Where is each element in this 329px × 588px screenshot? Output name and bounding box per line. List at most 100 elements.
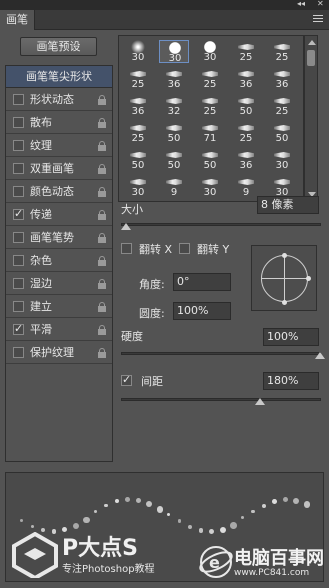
brush-preset-cell[interactable]: 36 (231, 148, 261, 171)
brush-option-row[interactable]: 平滑 (6, 319, 112, 341)
size-slider-handle[interactable] (121, 223, 131, 230)
roundness-field[interactable]: 100% (173, 302, 231, 320)
brush-preset-cell[interactable]: 9 (231, 175, 261, 198)
brush-preset-cell[interactable]: 25 (267, 40, 297, 63)
brush-tip-shape-item[interactable]: 画笔笔尖形状 (6, 66, 112, 88)
hardness-slider-track[interactable] (121, 352, 321, 355)
brush-option-row[interactable]: 散布 (6, 112, 112, 134)
spacing-checkbox[interactable] (121, 373, 132, 386)
brush-grid-scrollbar[interactable] (304, 35, 318, 202)
brush-preset-cell[interactable]: 32 (159, 94, 189, 117)
brush-preset-cell[interactable]: 30 (267, 175, 297, 198)
brush-presets-button[interactable]: 画笔预设 (20, 37, 97, 56)
lock-icon[interactable] (98, 302, 106, 312)
lock-icon[interactable] (98, 95, 106, 105)
close-icon[interactable]: ✕ (317, 0, 324, 9)
brush-tip-thumbnail (274, 152, 290, 158)
brush-option-checkbox[interactable] (13, 301, 24, 312)
brush-preset-cell[interactable]: 50 (159, 121, 189, 144)
brush-preset-cell[interactable]: 30 (195, 175, 225, 198)
roundness-handle-top[interactable] (282, 253, 287, 258)
brush-option-row[interactable]: 杂色 (6, 250, 112, 272)
brush-preset-cell[interactable]: 25 (195, 94, 225, 117)
brush-preset-cell[interactable]: 50 (195, 148, 225, 171)
brush-option-row[interactable]: 形状动态 (6, 89, 112, 111)
brush-option-row[interactable]: 双重画笔 (6, 158, 112, 180)
size-slider-track[interactable] (121, 223, 321, 226)
brush-preset-cell[interactable]: 50 (267, 121, 297, 144)
brush-preset-cell[interactable]: 30 (195, 40, 225, 63)
brush-option-checkbox[interactable] (13, 140, 24, 151)
brush-preset-cell[interactable]: 25 (231, 40, 261, 63)
brush-preset-cell[interactable]: 30 (123, 40, 153, 63)
brush-preset-cell[interactable]: 50 (231, 94, 261, 117)
collapse-icon[interactable]: ◂◂ (297, 0, 305, 9)
angle-field[interactable]: 0° (173, 273, 231, 291)
brush-option-checkbox[interactable] (13, 186, 24, 197)
brush-option-label: 传递 (30, 208, 52, 221)
hardness-field[interactable]: 100% (263, 328, 319, 346)
panel-menu-icon[interactable] (313, 15, 323, 25)
brush-option-checkbox[interactable] (13, 322, 24, 335)
brush-option-checkbox[interactable] (13, 94, 24, 105)
flip-x-checkbox[interactable] (121, 243, 132, 254)
lock-icon[interactable] (98, 164, 106, 174)
brush-preset-cell[interactable]: 50 (123, 148, 153, 171)
brush-preset-cell[interactable]: 30 (159, 40, 189, 64)
brush-option-checkbox[interactable] (13, 232, 24, 243)
spacing-field[interactable]: 180% (263, 372, 319, 390)
preview-stroke-dot (20, 519, 23, 523)
brush-preset-cell[interactable]: 36 (231, 67, 261, 90)
brush-preset-cell[interactable]: 36 (123, 94, 153, 117)
spacing-slider-track[interactable] (121, 398, 321, 401)
size-field[interactable]: 8 像素 (257, 196, 319, 214)
brush-option-checkbox[interactable] (13, 207, 24, 220)
brush-tip-thumbnail (166, 98, 182, 104)
brush-option-label: 保护纹理 (30, 346, 74, 359)
brush-option-checkbox[interactable] (13, 278, 24, 289)
lock-icon[interactable] (98, 256, 106, 266)
angle-roundness-widget[interactable] (251, 245, 317, 311)
brush-option-row[interactable]: 画笔笔势 (6, 227, 112, 249)
lock-icon[interactable] (98, 118, 106, 128)
brush-preset-cell[interactable]: 25 (195, 67, 225, 90)
brush-preset-cell[interactable]: 36 (159, 67, 189, 90)
flip-y-checkbox[interactable] (179, 243, 190, 254)
brush-option-row[interactable]: 建立 (6, 296, 112, 318)
brush-preset-cell[interactable]: 50 (159, 148, 189, 171)
spacing-slider-handle[interactable] (255, 398, 265, 405)
scroll-thumb[interactable] (307, 50, 315, 66)
brush-preset-cell[interactable]: 30 (123, 175, 153, 198)
brush-option-row[interactable]: 保护纹理 (6, 342, 112, 364)
brush-preset-cell[interactable]: 71 (195, 121, 225, 144)
roundness-handle-bottom[interactable] (282, 300, 287, 305)
brush-preset-cell[interactable]: 25 (267, 94, 297, 117)
lock-icon[interactable] (98, 279, 106, 289)
lock-icon[interactable] (98, 210, 106, 220)
lock-icon[interactable] (98, 325, 106, 335)
brush-preset-cell[interactable]: 25 (123, 121, 153, 144)
brush-option-row[interactable]: 颜色动态 (6, 181, 112, 203)
tab-brush[interactable]: 画笔 (0, 10, 35, 30)
lock-icon[interactable] (98, 348, 106, 358)
brush-option-row[interactable]: 传递 (6, 204, 112, 226)
brush-tip-thumbnail (238, 98, 254, 104)
brush-preset-cell[interactable]: 30 (267, 148, 297, 171)
brush-option-row[interactable]: 湿边 (6, 273, 112, 295)
hardness-slider-handle[interactable] (315, 352, 325, 359)
lock-icon[interactable] (98, 141, 106, 151)
brush-option-label: 形状动态 (30, 93, 74, 106)
brush-option-row[interactable]: 纹理 (6, 135, 112, 157)
brush-preset-cell[interactable]: 36 (267, 67, 297, 90)
scroll-up-icon[interactable] (308, 40, 316, 45)
brush-option-checkbox[interactable] (13, 255, 24, 266)
lock-icon[interactable] (98, 187, 106, 197)
angle-handle[interactable] (306, 276, 311, 281)
brush-preset-cell[interactable]: 9 (159, 175, 189, 198)
brush-option-checkbox[interactable] (13, 347, 24, 358)
brush-preset-cell[interactable]: 25 (231, 121, 261, 144)
brush-option-checkbox[interactable] (13, 163, 24, 174)
brush-option-checkbox[interactable] (13, 117, 24, 128)
lock-icon[interactable] (98, 233, 106, 243)
brush-preset-cell[interactable]: 25 (123, 67, 153, 90)
